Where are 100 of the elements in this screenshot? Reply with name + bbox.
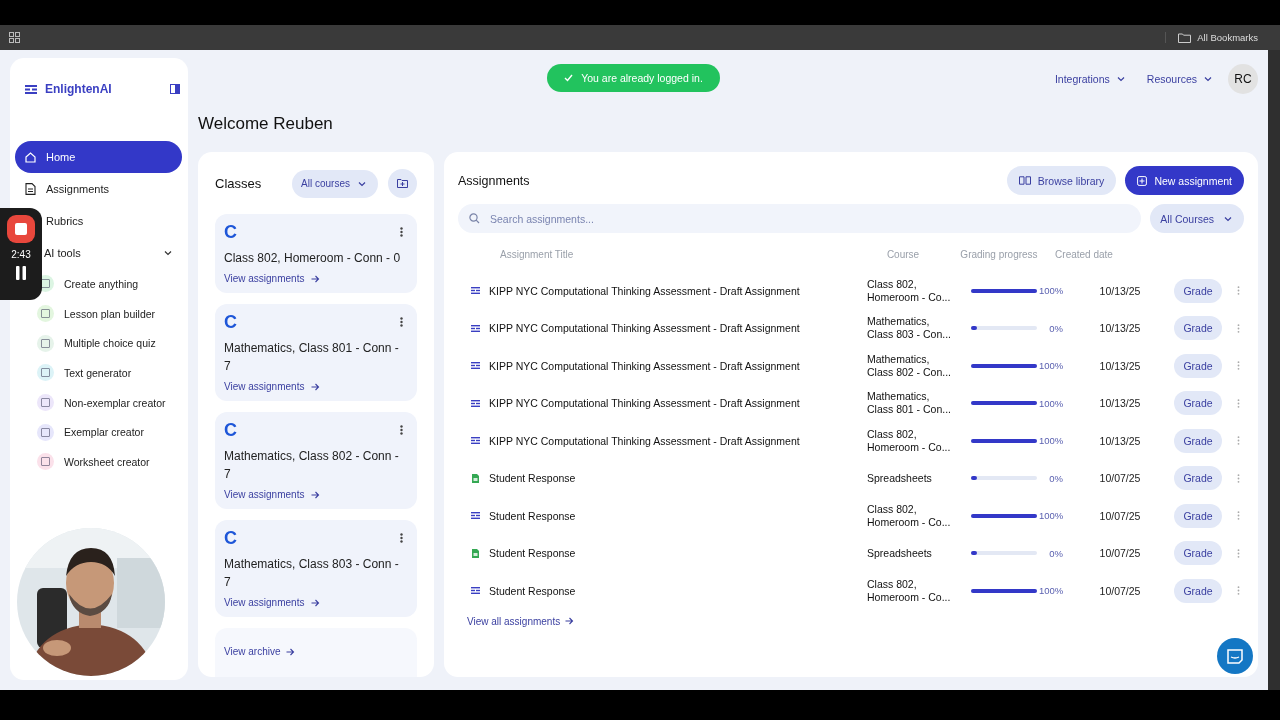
pause-icon[interactable] [15, 266, 27, 280]
logo-icon [25, 84, 37, 94]
grade-button[interactable]: Grade [1174, 578, 1222, 603]
sidebar-item[interactable]: Exemplar creator [15, 417, 182, 448]
progress-percent: 100% [1039, 360, 1063, 372]
sidebar-item[interactable]: Text generator [15, 358, 182, 388]
sidebar-item[interactable]: Assignments [15, 173, 182, 205]
more-icon[interactable] [400, 317, 403, 327]
table-cell-text: Class 802, Homeroom - Co... [867, 277, 952, 304]
assignment-title[interactable]: Student Response [489, 584, 867, 597]
bookmarks-link[interactable]: All Bookmarks [1197, 32, 1258, 43]
column-header: Course [885, 249, 921, 260]
progress-percent: 0% [1048, 322, 1063, 334]
table-cell-text: 10/13/25 [1098, 434, 1142, 447]
view-assignments-link[interactable]: View assignments [224, 597, 321, 608]
nav-menu[interactable]: Integrations [1054, 73, 1125, 85]
table-cell-text: Class 802, Homeroom - Co... [867, 502, 952, 529]
progress-bar [971, 288, 1037, 293]
book-icon [1018, 176, 1031, 185]
view-assignments-link[interactable]: View assignments [224, 381, 321, 392]
grade-button[interactable]: Grade [1174, 278, 1222, 303]
class-name: Mathematics, Class 803 - Conn - 7 [224, 556, 400, 591]
add-folder-button[interactable] [388, 169, 417, 198]
search-icon [469, 213, 480, 224]
assignment-title[interactable]: KIPP NYC Computational Thinking Assessment - Draft Assignment [489, 359, 867, 372]
browse-library-button[interactable]: Browse library [1006, 166, 1117, 195]
sidebar-item[interactable]: Non-exemplar creator [15, 387, 182, 418]
recording-time: 2:43 [11, 249, 31, 260]
view-assignments-link[interactable]: View assignments [224, 489, 321, 500]
new-assignment-button[interactable]: New assignment [1125, 166, 1244, 195]
chevron-icon [1224, 215, 1232, 222]
more-icon[interactable] [400, 425, 403, 435]
assignment-title[interactable]: Student Response [489, 472, 867, 485]
assignment-title[interactable]: KIPP NYC Computational Thinking Assessment - Draft Assignment [489, 434, 867, 447]
more-icon[interactable] [400, 533, 403, 543]
assignment-title[interactable]: KIPP NYC Computational Thinking Assessment - Draft Assignment [489, 284, 867, 297]
arrow-icon [285, 647, 295, 656]
folder-plus-icon [397, 179, 408, 188]
panel-title: Assignments [458, 173, 531, 188]
sidebar-item[interactable]: Lesson plan builder [15, 298, 182, 329]
document-icon [471, 362, 480, 370]
arrow-icon [311, 382, 321, 391]
table-cell-text: 10/07/25 [1098, 584, 1142, 597]
progress-bar [971, 438, 1037, 443]
table-cell-text: Spreadsheets [867, 546, 933, 560]
success-toast: You are already logged in. [547, 64, 720, 92]
progress-bar [971, 513, 1037, 518]
stop-button[interactable] [7, 215, 35, 243]
spreadsheet-icon [472, 473, 479, 483]
course-filter[interactable]: All Courses [1150, 204, 1244, 233]
grade-button[interactable]: Grade [1174, 503, 1222, 528]
assignment-title[interactable]: Student Response [489, 547, 867, 560]
grade-button[interactable]: Grade [1174, 316, 1222, 341]
nav-menu[interactable]: Resources [1146, 73, 1212, 85]
arrow-icon [311, 274, 321, 283]
sidebar-toggle-icon[interactable] [170, 84, 180, 94]
sidebar-item[interactable]: Multiple choice quiz [15, 328, 182, 359]
progress-bar [971, 476, 1037, 481]
assignment-title[interactable]: Student Response [489, 509, 867, 522]
sidebar-item[interactable]: Home [15, 141, 182, 173]
view-all-link[interactable]: View all assignments [467, 615, 575, 627]
table-cell-text: Mathematics, Class 801 - Con... [867, 390, 953, 417]
apps-icon[interactable] [9, 32, 20, 43]
table-cell-text: 10/07/25 [1098, 509, 1142, 522]
progress-percent: 100% [1039, 285, 1063, 297]
home-icon [25, 151, 36, 163]
spreadsheet-icon [472, 548, 479, 558]
grade-button[interactable]: Grade [1174, 353, 1222, 378]
user-avatar[interactable]: RC [1228, 64, 1258, 94]
sidebar-item[interactable]: Worksheet creator [15, 447, 182, 477]
arrow-icon [565, 617, 575, 625]
progress-percent: 100% [1039, 397, 1063, 409]
plus-icon [1137, 175, 1148, 186]
table-cell-text: Mathematics, Class 803 - Con... [867, 315, 953, 342]
search-field[interactable]: Search assignments... [458, 204, 1142, 233]
progress-bar [971, 363, 1037, 368]
more-icon[interactable] [400, 227, 403, 237]
grade-button[interactable]: Grade [1174, 428, 1222, 453]
view-archive-link[interactable]: View archive [224, 646, 295, 657]
view-assignments-link[interactable]: View assignments [224, 273, 321, 284]
arrow-icon [311, 598, 321, 607]
grade-button[interactable]: Grade [1174, 391, 1222, 416]
course-filter[interactable]: All courses [292, 169, 378, 198]
grade-button[interactable]: Grade [1174, 541, 1222, 566]
chevron-icon [358, 180, 366, 187]
class-name: Class 802, Homeroom - Conn - 0 [224, 250, 402, 267]
folder-icon [1178, 32, 1192, 43]
chevron-icon [1116, 76, 1125, 82]
document-icon [25, 183, 36, 195]
table-cell-text: Spreadsheets [867, 471, 933, 485]
table-cell-text: Class 802, Homeroom - Co... [867, 427, 952, 454]
assignment-title[interactable]: KIPP NYC Computational Thinking Assessment - Draft Assignment [489, 322, 867, 335]
document-icon [471, 324, 480, 332]
assignment-title[interactable]: KIPP NYC Computational Thinking Assessment - Draft Assignment [489, 397, 867, 410]
table-cell-text: 10/07/25 [1098, 472, 1142, 485]
grade-button[interactable]: Grade [1174, 466, 1222, 491]
column-header: Created date [1054, 249, 1114, 260]
progress-percent: 0% [1048, 472, 1063, 484]
column-header: Assignment Title [499, 249, 575, 260]
progress-bar [971, 551, 1037, 556]
